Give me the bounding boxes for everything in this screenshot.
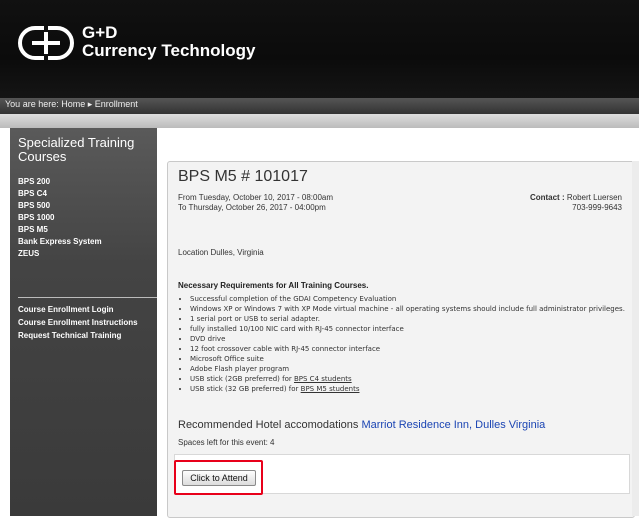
- breadcrumb[interactable]: You are here: Home ▸ Enrollment: [5, 99, 138, 110]
- enrollment-links: Course Enrollment Login Course Enrollmen…: [18, 303, 138, 342]
- sidebar-item-bank-express[interactable]: Bank Express System: [18, 236, 102, 248]
- requirement-item: 1 serial port or USB to serial adapter.: [190, 314, 630, 324]
- hotel-link[interactable]: Marriot Residence Inn, Dulles Virginia: [361, 419, 545, 431]
- sidebar-item-bps-c4[interactable]: BPS C4: [18, 188, 102, 200]
- sidebar-item-bps-1000[interactable]: BPS 1000: [18, 212, 102, 224]
- event-card: BPS M5 # 101017 From Tuesday, October 10…: [167, 161, 635, 518]
- sidebar-title: Specialized Training Courses: [18, 135, 135, 164]
- sidebar-item-bps-200[interactable]: BPS 200: [18, 176, 102, 188]
- course-list: BPS 200 BPS C4 BPS 500 BPS 1000 BPS M5 B…: [18, 176, 102, 260]
- requirement-item: Windows XP or Windows 7 with XP Mode vir…: [190, 304, 630, 314]
- event-contact: Contact : Robert Luersen 703-999-9643: [530, 193, 622, 213]
- requirement-item: Successful completion of the GDAI Compet…: [190, 294, 630, 304]
- event-title: BPS M5 # 101017: [178, 168, 308, 185]
- brand-name: G+D Currency Technology: [82, 24, 256, 60]
- hotel-recommendation: Recommended Hotel accomodations Marriot …: [178, 419, 545, 431]
- scrollbar[interactable]: [632, 161, 639, 516]
- sidebar-item-bps-500[interactable]: BPS 500: [18, 200, 102, 212]
- usb-c4-text: USB stick (2GB preferred) for: [190, 375, 294, 383]
- breadcrumb-bar: You are here: Home ▸ Enrollment: [0, 98, 639, 114]
- bps-c4-students-link[interactable]: BPS C4 students: [294, 375, 352, 383]
- sidebar-item-enrollment-login[interactable]: Course Enrollment Login: [18, 303, 138, 316]
- sidebar-item-zeus[interactable]: ZEUS: [18, 248, 102, 260]
- sidebar-item-enrollment-instructions[interactable]: Course Enrollment Instructions: [18, 316, 138, 329]
- contact-name: Robert Luersen: [566, 193, 622, 202]
- click-to-attend-button[interactable]: Click to Attend: [182, 470, 256, 486]
- event-location: Location Dulles, Virginia: [178, 248, 264, 257]
- contact-phone: 703-999-9643: [572, 203, 622, 212]
- header-stripe: [0, 114, 639, 128]
- contact-label: Contact :: [529, 193, 565, 202]
- requirement-item: Adobe Flash player program: [190, 364, 630, 374]
- requirement-item-usb-m5: USB stick (32 GB preferred) for BPS M5 s…: [190, 384, 630, 394]
- brand-line2: Currency Technology: [82, 41, 256, 60]
- usb-m5-text: USB stick (32 GB preferred) for: [190, 385, 301, 393]
- gd-logo-icon: [18, 26, 74, 60]
- event-dates: From Tuesday, October 10, 2017 - 08:00am…: [178, 193, 333, 213]
- spaces-left: Spaces left for this event: 4: [178, 438, 275, 447]
- brand-line1: G+D: [82, 23, 118, 42]
- sidebar-item-bps-m5[interactable]: BPS M5: [18, 224, 102, 236]
- sidebar: Specialized Training Courses BPS 200 BPS…: [10, 128, 157, 516]
- requirement-item: DVD drive: [190, 334, 630, 344]
- event-from: From Tuesday, October 10, 2017 - 08:00am: [178, 193, 334, 202]
- site-header: G+D Currency Technology: [0, 0, 639, 98]
- requirement-item: 12 foot crossover cable with RJ-45 conne…: [190, 344, 630, 354]
- requirements-list: Successful completion of the GDAI Compet…: [178, 294, 630, 394]
- bps-m5-students-link[interactable]: BPS M5 students: [301, 385, 360, 393]
- requirement-item-usb-c4: USB stick (2GB preferred) for BPS C4 stu…: [190, 374, 630, 384]
- requirement-item: Microsoft Office suite: [190, 354, 630, 364]
- hotel-label: Recommended Hotel accomodations: [178, 419, 362, 431]
- sidebar-divider: [18, 297, 157, 298]
- requirements-title: Necessary Requirements for All Training …: [178, 281, 369, 290]
- event-to: To Thursday, October 26, 2017 - 04:00pm: [178, 203, 326, 212]
- sidebar-item-request-training[interactable]: Request Technical Training: [18, 329, 138, 342]
- requirement-item: fully installed 10/100 NIC card with RJ-…: [190, 324, 630, 334]
